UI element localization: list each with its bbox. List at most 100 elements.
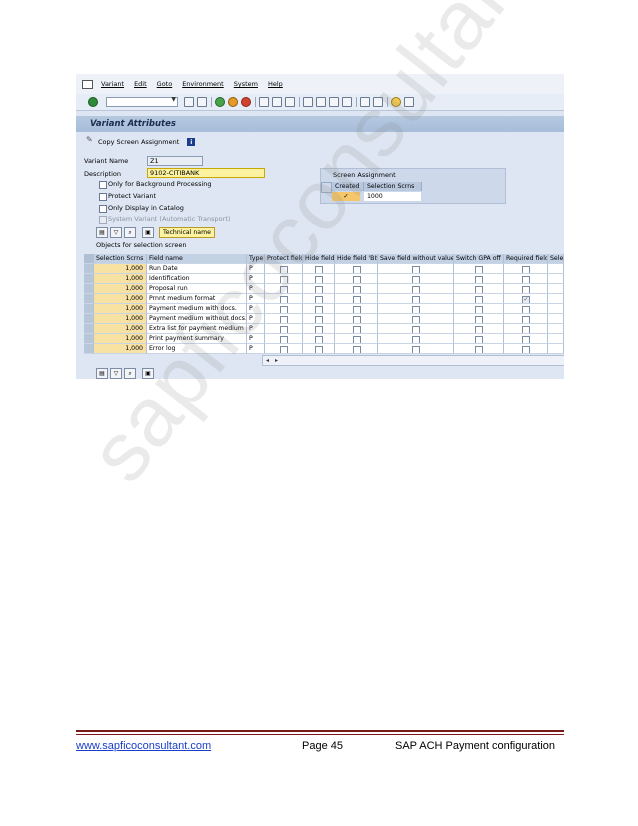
checkbox-cell[interactable] (303, 284, 335, 294)
last-page-icon[interactable] (342, 97, 352, 107)
cancel-icon[interactable] (241, 97, 251, 107)
checkbox-cell[interactable] (504, 284, 548, 294)
find-next-icon[interactable] (285, 97, 295, 107)
checkbox-cell[interactable] (454, 294, 504, 304)
display-in-catalog-checkbox[interactable] (99, 205, 107, 213)
col-header[interactable]: Type (247, 254, 265, 264)
field-option-checkbox[interactable] (353, 306, 361, 313)
field-option-checkbox[interactable] (522, 336, 530, 343)
checkbox-cell[interactable] (335, 324, 378, 334)
field-option-checkbox[interactable] (412, 346, 420, 353)
table-row[interactable]: 1,000 Run Date P (84, 264, 564, 274)
checkbox-cell[interactable] (378, 274, 454, 284)
checkbox-cell[interactable] (335, 304, 378, 314)
field-option-checkbox[interactable] (522, 346, 530, 353)
print-icon[interactable]: ▤ (96, 368, 108, 379)
help-icon[interactable] (391, 97, 401, 107)
find-icon[interactable]: ⌕ (124, 227, 136, 238)
checkbox-cell[interactable] (335, 274, 378, 284)
checkbox-cell[interactable] (378, 324, 454, 334)
footer-website-link[interactable]: www.sapficoconsultant.com (76, 740, 211, 752)
table-row[interactable]: 1,000 Proposal run P (84, 284, 564, 294)
table-settings-icon[interactable] (84, 254, 94, 264)
field-option-checkbox[interactable] (280, 306, 288, 313)
checkbox-cell[interactable] (335, 284, 378, 294)
field-option-checkbox[interactable] (353, 276, 361, 283)
export-icon[interactable]: ▣ (142, 368, 154, 379)
checkbox-cell[interactable] (378, 344, 454, 354)
table-row[interactable]: 1,000 Error log P (84, 344, 564, 354)
field-option-checkbox[interactable] (353, 326, 361, 333)
checkbox-cell[interactable] (303, 344, 335, 354)
col-header[interactable]: Hide field (303, 254, 335, 264)
checkbox-cell[interactable] (265, 304, 303, 314)
checkbox-cell[interactable] (378, 264, 454, 274)
print-icon[interactable]: ▤ (96, 227, 108, 238)
print-icon[interactable] (259, 97, 269, 107)
table-row[interactable]: 1,000 Extra list for payment medium P (84, 324, 564, 334)
field-option-checkbox[interactable] (412, 336, 420, 343)
checkbox-cell[interactable] (454, 344, 504, 354)
field-option-checkbox[interactable] (353, 286, 361, 293)
overflow-cell[interactable] (548, 314, 564, 324)
back-icon[interactable] (215, 97, 225, 107)
checkbox-cell[interactable] (335, 344, 378, 354)
field-option-checkbox[interactable] (522, 306, 530, 313)
field-option-checkbox[interactable] (280, 276, 288, 283)
row-selector[interactable] (84, 334, 94, 344)
row-selector[interactable] (84, 264, 94, 274)
field-option-checkbox[interactable] (522, 266, 530, 273)
col-header[interactable]: Field name (147, 254, 247, 264)
col-header[interactable]: Save field without values (378, 254, 454, 264)
field-option-checkbox[interactable] (475, 316, 483, 323)
field-option-checkbox[interactable] (412, 286, 420, 293)
find-icon[interactable] (272, 97, 282, 107)
checkbox-cell[interactable] (454, 304, 504, 314)
overflow-cell[interactable] (548, 264, 564, 274)
checkbox-cell[interactable] (265, 274, 303, 284)
horizontal-scrollbar[interactable]: ◂ ▸ (262, 355, 564, 366)
menu-help[interactable]: Help (268, 80, 283, 88)
field-option-checkbox[interactable] (412, 306, 420, 313)
field-option-checkbox[interactable] (280, 336, 288, 343)
checkbox-cell[interactable] (378, 294, 454, 304)
checkbox-cell[interactable] (504, 344, 548, 354)
table-row[interactable]: 1,000 Payment medium without docs. P (84, 314, 564, 324)
row-selector[interactable] (84, 344, 94, 354)
field-option-checkbox[interactable] (522, 276, 530, 283)
field-option-checkbox[interactable] (475, 306, 483, 313)
background-processing-checkbox[interactable] (99, 181, 107, 189)
first-page-icon[interactable] (303, 97, 313, 107)
field-option-checkbox[interactable] (522, 316, 530, 323)
field-option-checkbox[interactable] (412, 296, 420, 303)
checkbox-cell[interactable] (378, 314, 454, 324)
checkbox-cell[interactable]: ✓ (504, 294, 548, 304)
row-selector[interactable] (84, 284, 94, 294)
col-header[interactable]: Selec (548, 254, 564, 264)
field-option-checkbox[interactable] (475, 296, 483, 303)
description-field[interactable]: 9102-CITIBANK (147, 168, 265, 178)
field-option-checkbox[interactable] (315, 276, 323, 283)
protect-variant-checkbox[interactable] (99, 193, 107, 201)
checkbox-cell[interactable] (265, 324, 303, 334)
info-icon[interactable]: i (187, 138, 196, 146)
new-session-icon[interactable] (360, 97, 370, 107)
field-option-checkbox[interactable] (315, 306, 323, 313)
checkbox-cell[interactable] (378, 284, 454, 294)
field-option-checkbox[interactable] (353, 346, 361, 353)
command-field[interactable] (106, 96, 178, 107)
next-page-icon[interactable] (329, 97, 339, 107)
scroll-right-icon[interactable]: ▸ (275, 356, 278, 365)
checkbox-cell[interactable] (454, 314, 504, 324)
copy-screen-assignment-button[interactable]: Copy Screen Assignment (98, 138, 179, 146)
field-option-checkbox[interactable] (353, 296, 361, 303)
col-header[interactable]: Selection Scrns (94, 254, 147, 264)
field-option-checkbox[interactable] (353, 336, 361, 343)
menu-goto[interactable]: Goto (157, 80, 173, 88)
overflow-cell[interactable] (548, 344, 564, 354)
technical-name-button[interactable]: Technical name (159, 227, 215, 238)
col-header[interactable]: Hide field 'BIS' (335, 254, 378, 264)
shortcut-icon[interactable] (373, 97, 383, 107)
field-option-checkbox[interactable] (475, 286, 483, 293)
field-option-checkbox[interactable] (280, 326, 288, 333)
